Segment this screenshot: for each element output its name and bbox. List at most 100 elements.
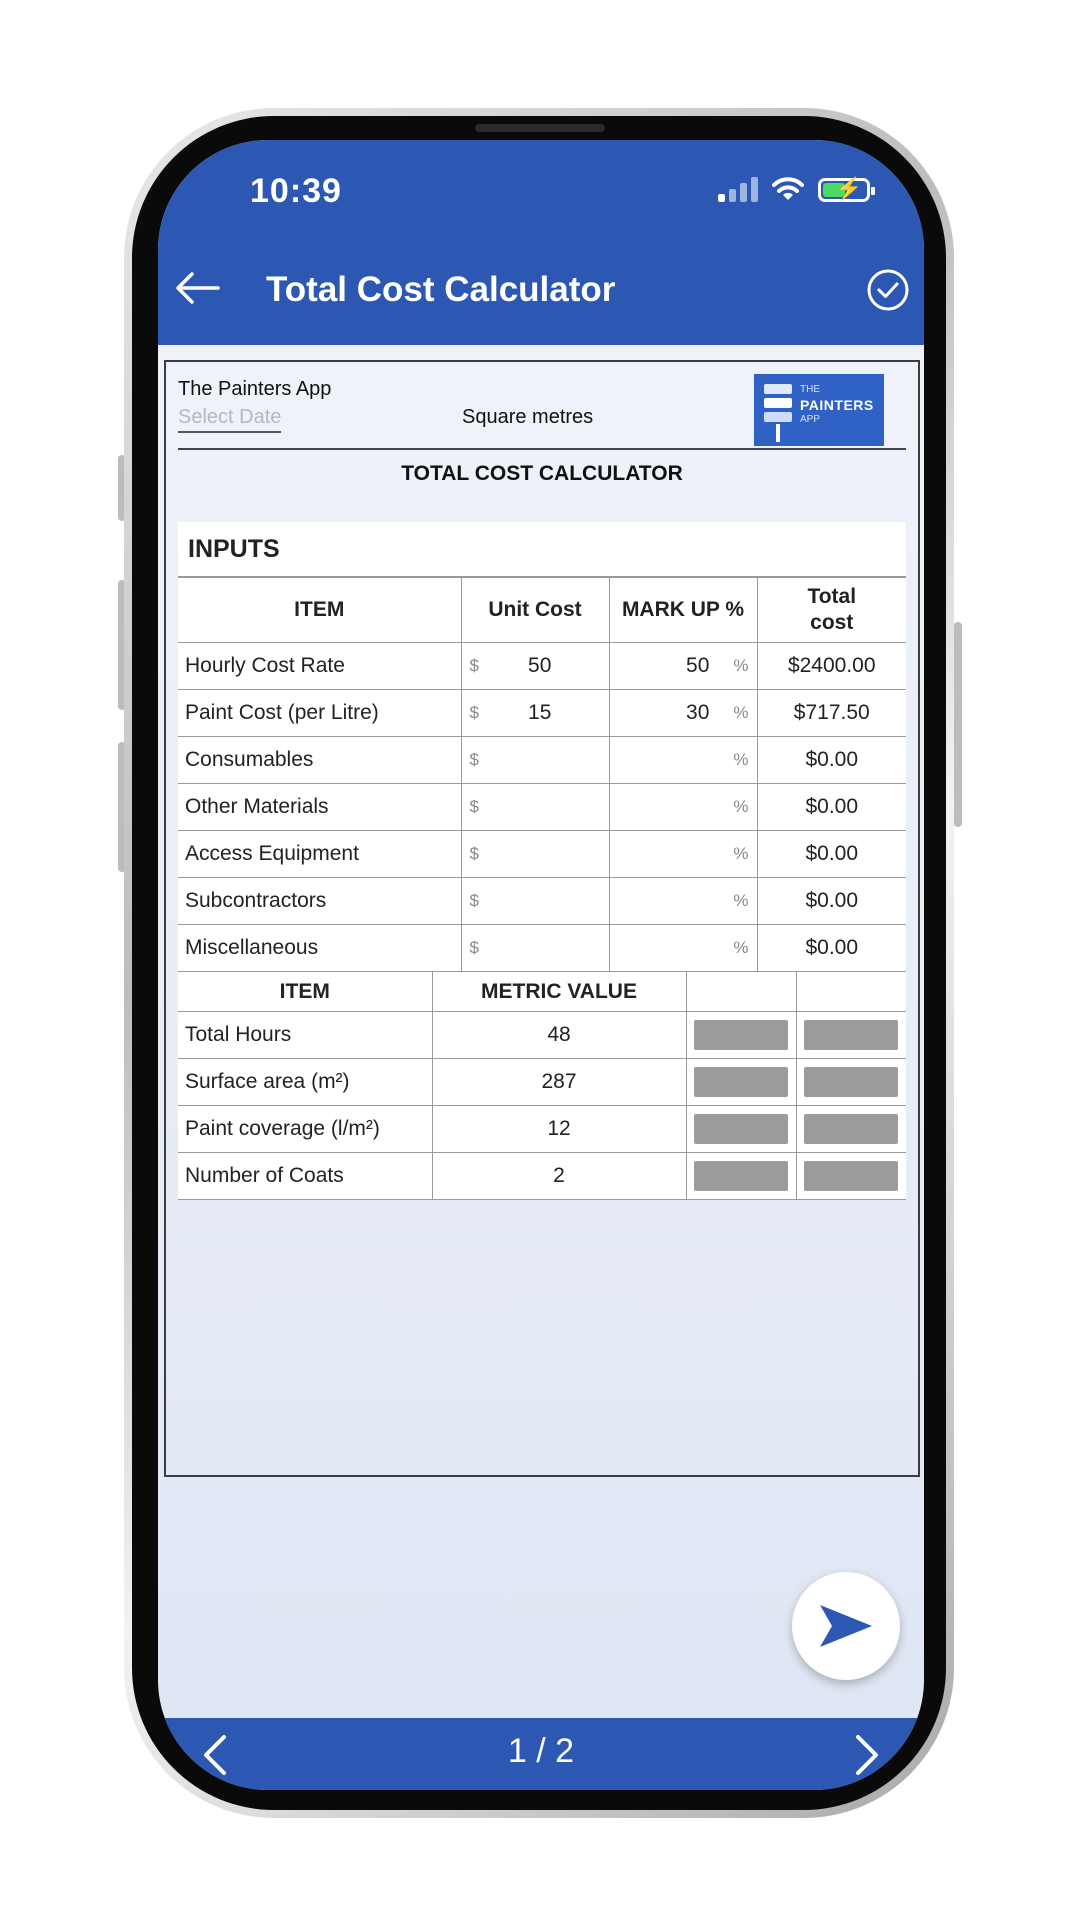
company-name: The Painters App: [178, 378, 332, 400]
app-screen: 10:39 ⚡ Total Cost Calculator The Painte…: [158, 140, 924, 1790]
disabled-field: [694, 1161, 788, 1191]
metric-extra-cell: [685, 1011, 797, 1059]
disabled-field: [804, 1067, 899, 1097]
units-label[interactable]: Square metres: [462, 406, 593, 429]
column-header: Unit Cost: [460, 577, 610, 643]
row-total: $2400.00: [756, 642, 906, 690]
back-arrow-icon[interactable]: [172, 268, 222, 308]
metric-label: Total Hours: [178, 1011, 433, 1059]
row-total: $0.00: [756, 924, 906, 972]
currency-symbol: $: [469, 750, 479, 769]
table-row: Paint Cost (per Litre) $15 30% $717.50: [178, 689, 906, 737]
row-item-label: Miscellaneous: [178, 924, 462, 972]
status-time: 10:39: [250, 172, 342, 210]
row-item-label: Other Materials: [178, 783, 462, 831]
wifi-icon: [772, 177, 804, 200]
pager-bar: 1 / 2: [158, 1718, 924, 1790]
unit-cost-input[interactable]: $: [460, 783, 610, 831]
signal-icon: [718, 176, 758, 202]
row-total: $0.00: [756, 783, 906, 831]
status-icons: ⚡: [718, 176, 875, 202]
unit-cost-input[interactable]: $15: [460, 689, 610, 737]
send-icon: [820, 1605, 872, 1647]
calculator-sheet: The Painters App Select Date Square metr…: [164, 360, 920, 1477]
metric-value[interactable]: 287: [431, 1058, 687, 1106]
column-header: MARK UP %: [608, 577, 758, 643]
page-indicator: 1 / 2: [507, 1732, 575, 1770]
sheet-heading: TOTAL COST CALCULATOR: [401, 462, 683, 485]
markup-input[interactable]: %: [608, 783, 758, 831]
currency-symbol: $: [469, 938, 479, 957]
row-item-label: Hourly Cost Rate: [178, 642, 462, 690]
disabled-field: [804, 1020, 899, 1050]
divider: [178, 448, 906, 450]
disabled-field: [694, 1067, 788, 1097]
metric-extra-cell: [795, 1105, 906, 1153]
cost-table-header: ITEM Unit Cost MARK UP % Total cost: [178, 577, 906, 643]
date-field[interactable]: Select Date: [178, 406, 282, 433]
currency-symbol: $: [469, 656, 479, 675]
row-total: $0.00: [756, 830, 906, 878]
row-total: $0.00: [756, 877, 906, 925]
column-header: METRIC VALUE: [431, 972, 687, 1012]
unit-cost-input[interactable]: $: [460, 736, 610, 784]
unit-cost-input[interactable]: $50: [460, 642, 610, 690]
currency-symbol: $: [469, 703, 479, 722]
table-row: Access Equipment $% $0.00: [178, 830, 906, 878]
markup-input[interactable]: %: [608, 877, 758, 925]
percent-symbol: %: [733, 750, 749, 769]
metric-extra-cell: [795, 1152, 906, 1200]
markup-input[interactable]: %: [608, 736, 758, 784]
metric-extra-cell: [685, 1152, 797, 1200]
column-header: ITEM: [178, 972, 433, 1012]
metric-label: Number of Coats: [178, 1152, 433, 1200]
app-header: 10:39 ⚡ Total Cost Calculator: [158, 140, 924, 345]
cost-table: ITEM Unit Cost MARK UP % Total cost Hour…: [178, 577, 906, 972]
unit-cost-input[interactable]: $: [460, 924, 610, 972]
metric-value[interactable]: 2: [431, 1152, 687, 1200]
unit-cost-input[interactable]: $: [460, 877, 610, 925]
markup-input[interactable]: 50%: [608, 642, 758, 690]
column-header-blank: [795, 972, 906, 1012]
row-total: $717.50: [756, 689, 906, 737]
metric-extra-cell: [685, 1058, 797, 1106]
currency-symbol: $: [469, 891, 479, 910]
markup-input[interactable]: 30%: [608, 689, 758, 737]
percent-symbol: %: [733, 938, 749, 957]
row-item-label: Paint Cost (per Litre): [178, 689, 462, 737]
metric-value[interactable]: 48: [431, 1011, 687, 1059]
disabled-field: [804, 1114, 899, 1144]
inputs-section: INPUTS ITEM Unit Cost MARK UP % Total co…: [178, 522, 906, 1200]
currency-symbol: $: [469, 844, 479, 863]
inputs-title: INPUTS: [178, 522, 906, 577]
power-button: [954, 622, 962, 827]
disabled-field: [694, 1020, 788, 1050]
metric-value[interactable]: 12: [431, 1105, 687, 1153]
currency-symbol: $: [469, 797, 479, 816]
speaker-grille: [475, 124, 605, 132]
table-row: Total Hours 48: [178, 1011, 906, 1059]
metrics-table: ITEM METRIC VALUE Total Hours 48 Surface a…: [178, 972, 906, 1200]
metrics-table-header: ITEM METRIC VALUE: [178, 972, 906, 1012]
chevron-right-icon[interactable]: [850, 1734, 884, 1776]
markup-input[interactable]: %: [608, 830, 758, 878]
percent-symbol: %: [733, 656, 749, 675]
percent-symbol: %: [733, 891, 749, 910]
battery-charging-icon: ⚡: [818, 177, 875, 202]
page-title: Total Cost Calculator: [266, 270, 616, 309]
row-total: $0.00: [756, 736, 906, 784]
metric-label: Surface area (m²): [178, 1058, 433, 1106]
markup-input[interactable]: %: [608, 924, 758, 972]
metric-extra-cell: [795, 1011, 906, 1059]
percent-symbol: %: [733, 797, 749, 816]
disabled-field: [694, 1114, 788, 1144]
table-row: Hourly Cost Rate $50 50% $2400.00: [178, 642, 906, 690]
table-row: Number of Coats 2: [178, 1152, 906, 1200]
table-row: Paint coverage (l/m²) 12: [178, 1105, 906, 1153]
column-header-blank: [685, 972, 797, 1012]
table-row: Miscellaneous $% $0.00: [178, 924, 906, 972]
unit-cost-input[interactable]: $: [460, 830, 610, 878]
check-circle-icon[interactable]: [866, 268, 910, 312]
send-button[interactable]: [792, 1572, 900, 1680]
table-row: Other Materials $% $0.00: [178, 783, 906, 831]
